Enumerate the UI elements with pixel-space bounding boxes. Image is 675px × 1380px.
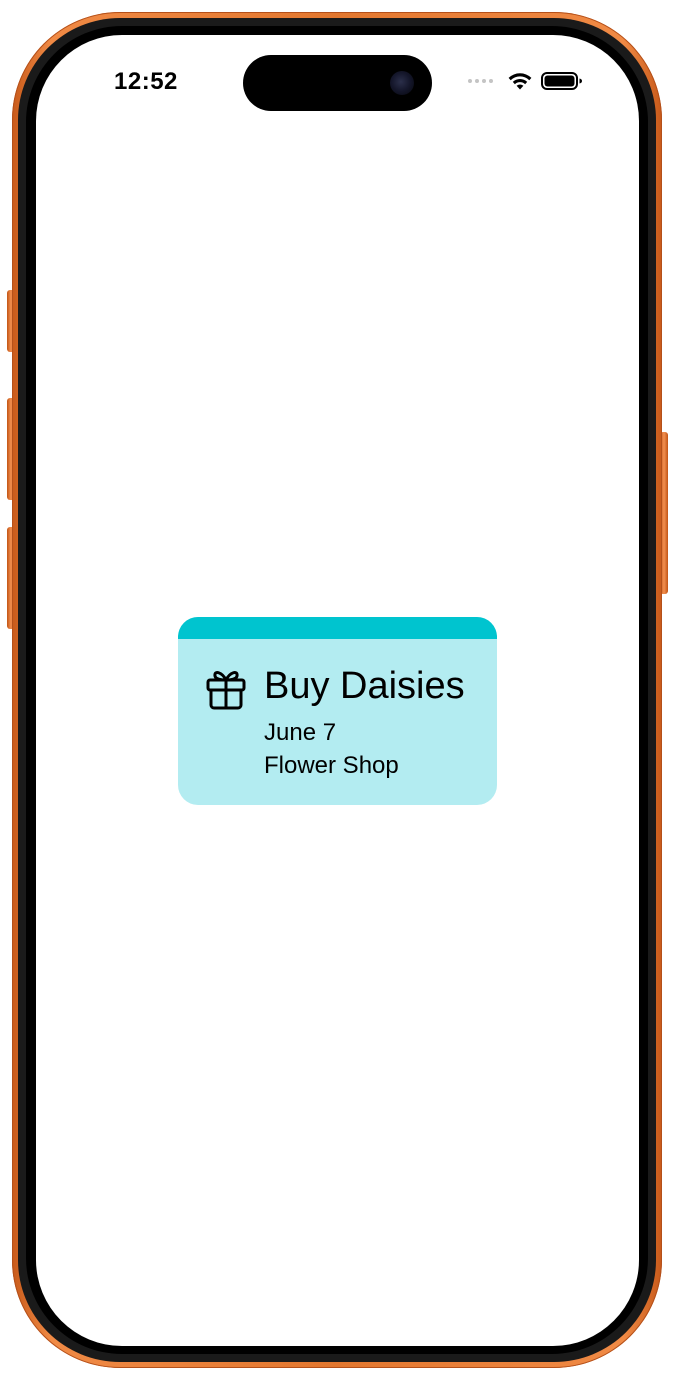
reminder-title: Buy Daisies xyxy=(264,665,465,707)
reminder-card[interactable]: Buy Daisies June 7 Flower Shop xyxy=(178,617,497,805)
battery-icon xyxy=(541,72,582,90)
cellular-signal-icon xyxy=(468,79,493,83)
gift-icon xyxy=(206,671,246,710)
wifi-icon xyxy=(508,73,532,90)
front-camera xyxy=(390,71,414,95)
status-indicators xyxy=(468,71,583,91)
card-accent-bar xyxy=(178,617,497,639)
screen: 12:52 Buy Daisies June 7 Flower Shop xyxy=(36,35,639,1346)
dynamic-island xyxy=(243,55,432,111)
reminder-location: Flower Shop xyxy=(264,752,399,779)
reminder-date: June 7 xyxy=(264,719,337,746)
status-time: 12:52 xyxy=(114,68,178,95)
